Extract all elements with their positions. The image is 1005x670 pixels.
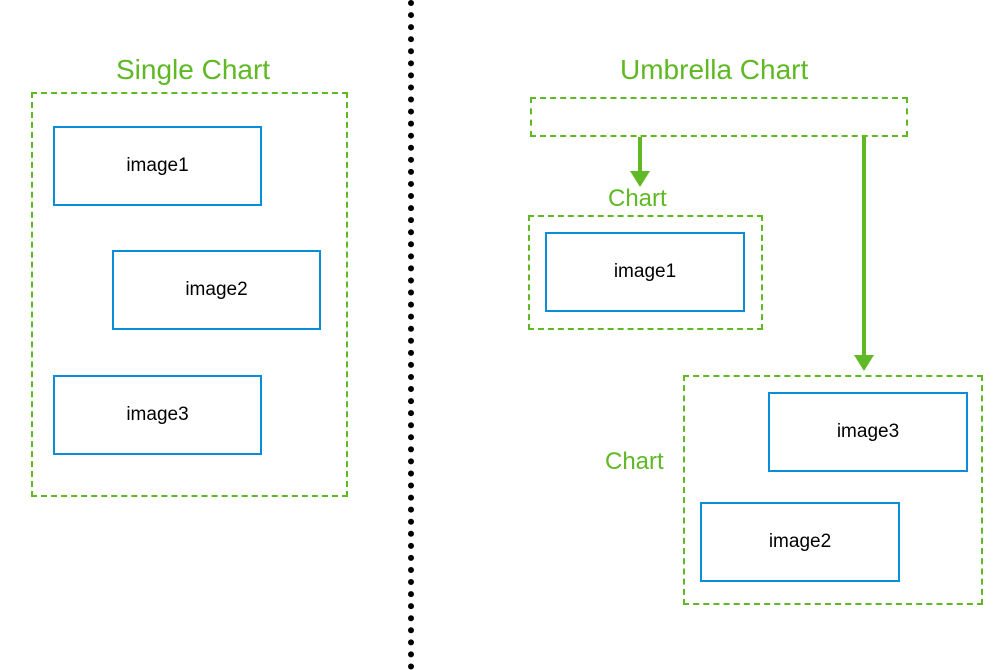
arrow-2-head [854,355,874,371]
single-chart-title: Single Chart [116,54,270,86]
box-label: image1 [614,261,676,283]
single-chart-box-3: image3 [53,375,262,455]
box-label: image3 [837,421,899,443]
single-chart-box-2: image2 [112,250,321,330]
sub-chart-2-box-1: image3 [768,392,968,472]
sub-chart-1-box: image1 [545,232,745,312]
vertical-divider [408,0,414,670]
sub-chart-2-box-2: image2 [700,502,900,582]
sub-chart-1-label: Chart [608,185,667,213]
arrow-1-line [638,137,642,175]
umbrella-chart-title: Umbrella Chart [620,54,808,86]
box-label: image1 [126,155,188,177]
box-label: image2 [769,531,831,553]
arrow-1-head [630,171,650,187]
sub-chart-2-label: Chart [605,448,664,476]
diagram-canvas: Single Chart image1 image2 image3 Umbrel… [0,0,1005,670]
box-label: image3 [126,404,188,426]
umbrella-top-bar [530,97,908,137]
arrow-2-line [862,137,866,359]
single-chart-box-1: image1 [53,126,262,206]
box-label: image2 [185,279,247,301]
